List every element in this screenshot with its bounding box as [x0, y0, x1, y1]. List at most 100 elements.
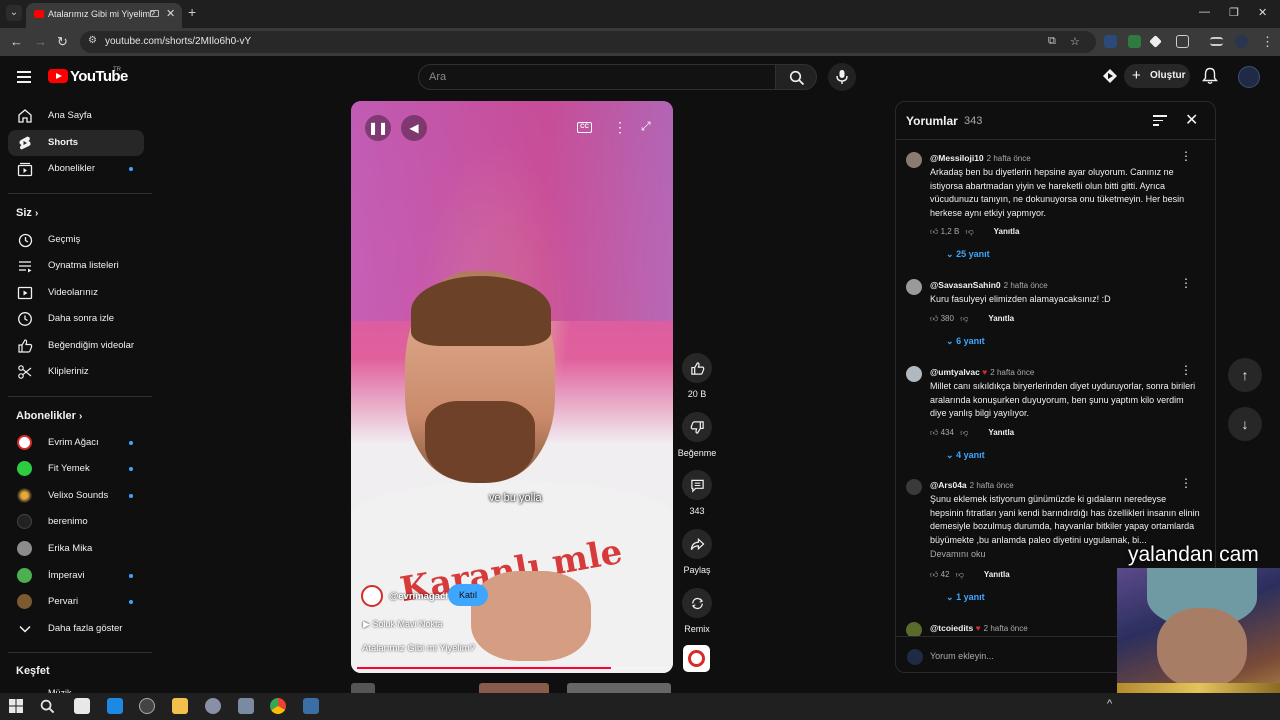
close-comments-icon[interactable]: ✕ [1185, 110, 1198, 130]
comment-menu-icon[interactable]: ⋮ [1180, 363, 1192, 377]
thumbs-down-icon[interactable]: 👎︎ [960, 314, 968, 323]
shorts-video-player[interactable]: Karanlı mle ❚❚ ◀ CC ⋮ ⤢ ve bu yolla @evr… [351, 101, 673, 673]
sidebar-item-liked[interactable]: Beğendiğim videolar [8, 333, 144, 359]
comment-user[interactable]: @Messiloji10 2 hafta önce [930, 153, 1031, 163]
sidebar-sub-erika-mika[interactable]: Erika Mika [8, 536, 144, 562]
taskbar-app-icon[interactable] [139, 698, 155, 714]
sound-link[interactable]: ▶ Soluk Mavi Nokta [363, 619, 442, 630]
create-button[interactable]: + Oluştur [1124, 64, 1190, 88]
bookmark-star-icon[interactable]: ☆ [1070, 35, 1080, 48]
extension-icon[interactable] [1128, 35, 1141, 48]
file-explorer-icon[interactable] [172, 698, 188, 714]
thumbs-down-icon[interactable]: 👎︎ [956, 570, 964, 579]
commenter-avatar[interactable] [906, 279, 922, 295]
sidebar-sub-velixo-sounds[interactable]: Velixo Sounds [8, 483, 144, 509]
extensions-puzzle-icon[interactable] [1176, 35, 1189, 48]
next-short-button[interactable]: ↓ [1228, 407, 1262, 441]
sidebar-you-heading[interactable]: Siz › [16, 207, 38, 219]
thumbs-down-icon[interactable]: 👎︎ [966, 227, 974, 236]
next-shorts-preview[interactable] [351, 683, 671, 693]
taskbar-app-icon[interactable] [107, 698, 123, 714]
thumbs-up-icon[interactable]: 👍︎ [930, 314, 938, 323]
site-info-icon[interactable]: ⚙ [88, 35, 97, 46]
join-button[interactable]: Katıl [448, 584, 488, 606]
thumbs-up-icon[interactable]: 👍︎ [930, 570, 938, 579]
sidebar-item-history[interactable]: Geçmiş [8, 227, 144, 253]
more-options-icon[interactable]: ⋮ [613, 119, 627, 136]
comment-user[interactable]: @Ars04a 2 hafta önce [930, 480, 1014, 490]
voice-search-button[interactable] [828, 63, 856, 91]
taskbar-search-icon[interactable] [40, 699, 55, 714]
restore-button[interactable]: ❐ [1229, 6, 1239, 19]
install-app-icon[interactable]: ⧉ [1048, 35, 1056, 48]
read-more-link[interactable]: Devamını oku [930, 549, 986, 559]
comment-menu-icon[interactable]: ⋮ [1180, 149, 1192, 163]
profile-avatar[interactable] [1235, 35, 1248, 48]
extension-icon[interactable] [1149, 35, 1162, 48]
address-bar[interactable]: ⚙ youtube.com/shorts/2MIlo6h0-vY ⧉ ☆ [80, 31, 1096, 53]
user-avatar[interactable] [1238, 66, 1260, 88]
comment-menu-icon[interactable]: ⋮ [1180, 476, 1192, 490]
notifications-bell-icon[interactable] [1202, 67, 1218, 85]
commenter-avatar[interactable] [906, 366, 922, 382]
extension-icon[interactable] [1104, 35, 1117, 48]
sidebar-item-shorts[interactable]: Shorts [8, 130, 144, 156]
sidebar-item-watch-later[interactable]: Daha sonra izle [8, 306, 144, 332]
sidebar-sub-pervari[interactable]: Pervari [8, 589, 144, 615]
video-progress-bar[interactable] [357, 667, 667, 669]
sidebar-item-clips[interactable]: Klipleriniz [8, 359, 144, 385]
comment-menu-icon[interactable]: ⋮ [1180, 276, 1192, 290]
browser-menu-icon[interactable]: ⋮ [1261, 34, 1274, 50]
thumbs-up-icon[interactable]: 👍︎ [930, 227, 938, 236]
dislike-button[interactable]: Beğenme [678, 412, 716, 458]
comment-user[interactable]: @SavasanSahin0 2 hafta önce [930, 280, 1048, 290]
add-comment-input[interactable]: Yorum ekleyin... [930, 651, 994, 661]
reply-button[interactable]: Yanıtla [984, 570, 1010, 579]
volume-button[interactable]: ◀ [401, 115, 427, 141]
sidebar-item-your-videos[interactable]: Videolarınız [8, 280, 144, 306]
comment-user[interactable]: @umtyalvac ♥ 2 hafta önce [930, 367, 1034, 377]
forward-button[interactable]: → [34, 34, 47, 49]
sidebar-item-home[interactable]: Ana Sayfa [8, 103, 144, 129]
channel-avatar[interactable] [361, 585, 383, 607]
minimize-button[interactable]: — [1199, 6, 1210, 18]
view-replies-button[interactable]: ⌄ 6 yanıt [946, 336, 985, 347]
sidebar-sub-imperavi[interactable]: İmperavi [8, 563, 144, 589]
back-button[interactable]: ← [10, 34, 23, 49]
youtube-logo-icon[interactable] [48, 69, 68, 83]
view-replies-button[interactable]: ⌄ 25 yanıt [946, 249, 990, 260]
reply-button[interactable]: Yanıtla [994, 227, 1020, 236]
reading-list-icon[interactable] [1210, 37, 1223, 46]
shorts-create-icon[interactable] [1102, 68, 1118, 84]
commenter-avatar[interactable] [906, 152, 922, 168]
remix-button[interactable]: Remix [681, 588, 713, 634]
like-button[interactable]: 20 B [681, 353, 713, 399]
sidebar-sub-evrim-agaci[interactable]: Evrim Ağacı [8, 430, 144, 456]
new-tab-button[interactable]: + [188, 4, 196, 20]
taskbar-app-icon[interactable] [205, 698, 221, 714]
captions-icon[interactable]: CC [577, 122, 592, 133]
thumbs-down-icon[interactable]: 👎︎ [960, 428, 968, 437]
windows-start-icon[interactable] [9, 699, 23, 713]
tab-close-icon[interactable]: ✕ [166, 7, 175, 20]
window-close-button[interactable]: ✕ [1258, 6, 1267, 19]
search-input[interactable]: Ara [418, 64, 776, 90]
comment-user[interactable]: @tcoiedits ♥ 2 hafta önce [930, 623, 1028, 633]
sound-channel-thumbnail[interactable] [683, 645, 710, 672]
task-view-icon[interactable] [74, 698, 90, 714]
thumbs-up-icon[interactable]: 👍︎ [930, 428, 938, 437]
sidebar-item-playlists[interactable]: Oynatma listeleri [8, 253, 144, 279]
sidebar-sub-fit-yemek[interactable]: Fit Yemek [8, 456, 144, 482]
commenter-avatar[interactable] [906, 479, 922, 495]
reply-button[interactable]: Yanıtla [988, 428, 1014, 437]
hamburger-menu-icon[interactable] [17, 71, 31, 86]
reload-button[interactable]: ↻ [57, 34, 68, 50]
view-replies-button[interactable]: ⌄ 4 yanıt [946, 450, 985, 461]
previous-short-button[interactable]: ↑ [1228, 358, 1262, 392]
chrome-icon[interactable] [270, 698, 286, 714]
share-button[interactable]: Paylaş [681, 529, 713, 575]
taskbar-app-icon[interactable] [238, 698, 254, 714]
pause-button[interactable]: ❚❚ [365, 115, 391, 141]
browser-tab-active[interactable]: Atalarımız Gibi mi Yiyelim? ✕ [26, 3, 182, 28]
taskbar-app-icon[interactable] [303, 698, 319, 714]
